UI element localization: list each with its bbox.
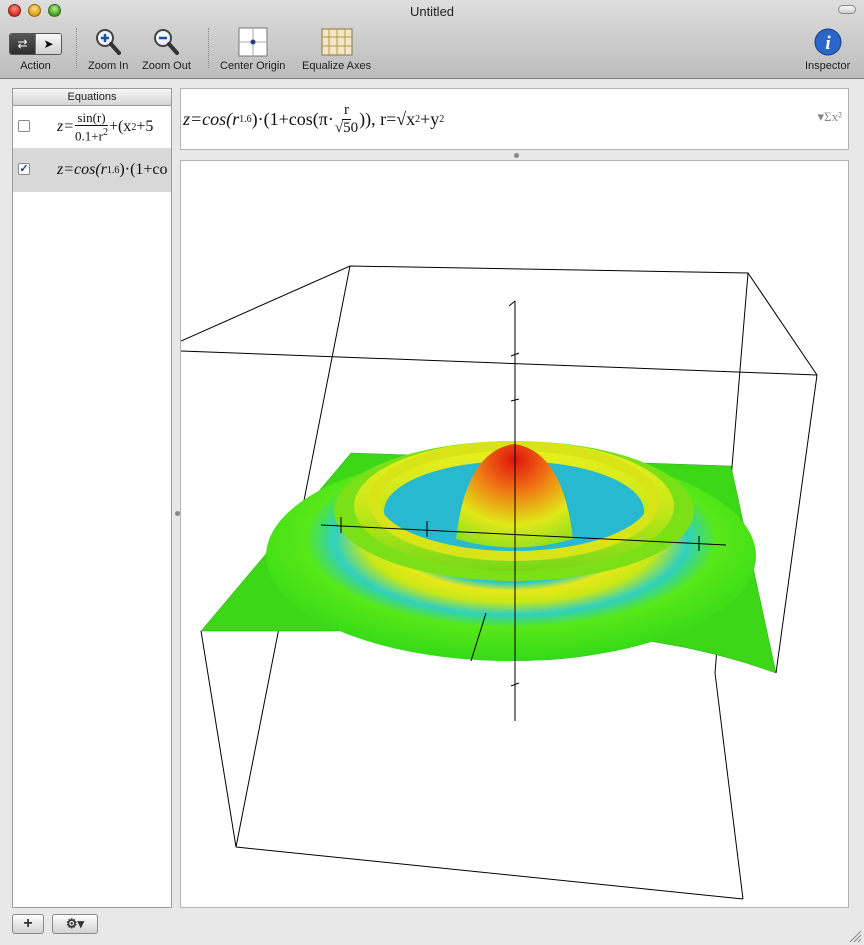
equalize-axes-icon [321,28,353,56]
surface-plot[interactable] [181,161,848,907]
equations-sidebar: Equations z= sin(r) 0.1+r2 +(x 2 +5 ✓ z=cos… [12,88,172,908]
equation-visibility-checkbox[interactable] [18,120,30,132]
window-title: Untitled [409,4,455,19]
formula-text[interactable]: z=cos(r 1.6)·(1+cos(π· r √50 )), r=√x 2 +y 2 [183,89,444,149]
zoom-in-button[interactable]: Zoom In [88,26,128,72]
pointer-icon[interactable]: ➤ [35,34,61,54]
zoom-in-icon [96,29,122,55]
formula-editor[interactable]: z=cos(r 1.6)·(1+cos(π· r √50 )), r=√x 2 +y 2 … [180,88,849,150]
action-segmented-control[interactable]: ⇄ ➤ [9,33,62,55]
zoom-out-icon [154,29,180,55]
rotate-icon[interactable]: ⇄ [10,34,35,54]
inspector-label: Inspector [805,60,851,72]
toolbar-toggle-button[interactable] [838,5,856,14]
zoom-out-button[interactable]: Zoom Out [142,26,191,72]
equation-preview: z=cos(r 1.6)·(1+co [57,161,168,178]
equalize-axes-label: Equalize Axes [302,60,372,72]
symbol-palette-button[interactable]: ▾Σx² [818,109,843,125]
equation-preview: z= sin(r) 0.1+r2 +(x 2 +5 [57,109,154,144]
inspector-button[interactable]: i Inspector [805,26,850,72]
equation-row[interactable]: z= sin(r) 0.1+r2 +(x 2 +5 [13,106,171,149]
title-bar: Untitled ⇄ ➤ Action Zoom In Zoom Out Cen… [0,0,864,79]
toolbar-divider [76,28,77,68]
info-icon: i [814,28,842,56]
toolbar-divider [208,28,209,68]
plot-view[interactable] [180,160,849,908]
gear-menu-button[interactable]: ⚙▾ [52,914,98,934]
center-origin-button[interactable]: Center Origin [220,26,285,72]
split-handle[interactable] [514,153,519,158]
action-label: Action [20,60,51,72]
svg-text:i: i [825,33,831,54]
resize-grip-icon[interactable] [848,929,862,943]
add-equation-button[interactable]: + [12,914,44,934]
equalize-axes-button[interactable]: Equalize Axes [302,26,371,72]
zoom-out-label: Zoom Out [142,60,191,72]
zoom-in-label: Zoom In [88,60,129,72]
center-origin-label: Center Origin [220,60,286,72]
center-origin-icon [238,27,268,57]
equation-row[interactable]: ✓ z=cos(r 1.6)·(1+co [13,149,171,192]
equation-visibility-checkbox[interactable]: ✓ [18,163,30,175]
equations-header: Equations [13,89,171,106]
action-tool[interactable]: ⇄ ➤ Action [9,26,62,72]
